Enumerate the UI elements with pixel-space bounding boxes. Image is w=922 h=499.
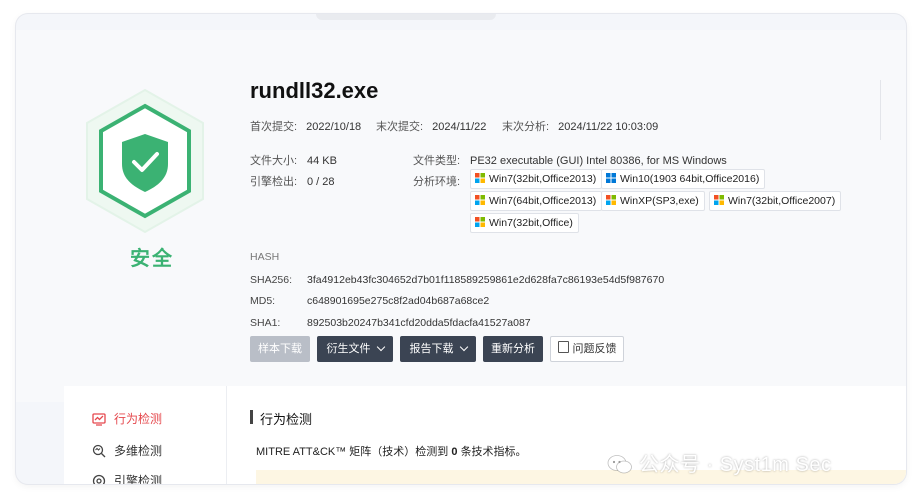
windows-flag-icon: [475, 171, 485, 183]
report-download-button[interactable]: 报告下载: [400, 336, 476, 362]
file-type-label: 文件类型:: [413, 155, 461, 167]
first-submit-label: 首次提交:: [250, 121, 298, 133]
last-analysis: 末次分析: 2024/11/22 10:03:09: [502, 118, 658, 134]
file-name-title: rundll32.exe: [250, 78, 379, 103]
top-tab-stub: [316, 14, 496, 20]
sha1-label: SHA1:: [250, 317, 281, 329]
env-tag[interactable]: Win7(32bit,Office2013): [470, 169, 603, 189]
wechat-icon: [607, 454, 633, 474]
status-label: 安全: [130, 248, 174, 270]
first-submit: 首次提交: 2022/10/18: [250, 118, 361, 134]
sha1-value: 892503b20247b341cfd20dda5fdacfa41527a087: [307, 317, 531, 329]
sidebar-item-engine[interactable]: 引擎检测: [92, 472, 162, 484]
last-submit: 末次提交: 2024/11/22: [376, 118, 486, 134]
multi-detect-icon: [92, 444, 106, 458]
md5-row: MD5: c648901695e275c8f2ad04b687a68ce2: [250, 295, 489, 307]
windows-flag-icon: [475, 193, 485, 205]
env-tag[interactable]: Win7(64bit,Office2013): [470, 191, 603, 211]
section-accent-bar: [250, 410, 253, 424]
last-analysis-value: 2024/11/22 10:03:09: [558, 121, 659, 133]
sha256-row: SHA256: 3fa4912eb43fc304652d7b01f11858925…: [250, 274, 664, 286]
last-submit-value: 2024/11/22: [432, 121, 487, 133]
shield-check-icon: [86, 88, 204, 234]
engine-detection-label: 引擎检出:: [250, 176, 298, 188]
engine-detection-value: 0 / 28: [307, 176, 335, 188]
feedback-button[interactable]: 问题反馈: [550, 336, 624, 362]
windows-flag-icon: [475, 215, 485, 227]
derived-files-button[interactable]: 衍生文件: [317, 336, 393, 362]
sha1-row: SHA1: 892503b20247b341cfd20dda5fdacfa4152…: [250, 317, 531, 329]
file-size-label: 文件大小:: [250, 155, 298, 167]
reanalyze-button[interactable]: 重新分析: [483, 336, 543, 362]
env-tag[interactable]: Win7(32bit,Office2007): [709, 191, 842, 211]
engine-detect-icon: [92, 474, 106, 484]
sha256-value: 3fa4912eb43fc304652d7b01f118589259861e2d…: [307, 274, 665, 286]
sidebar-item-behavior[interactable]: 行为检测: [92, 410, 162, 427]
document-icon: [557, 341, 569, 353]
file-size: 文件大小: 44 KB: [250, 152, 337, 168]
behavior-detect-icon: [92, 412, 106, 426]
section-description: MITRE ATT&CK™ 矩阵（技术）检测到 0 条技术指标。: [256, 446, 527, 458]
windows-flag-icon: [714, 193, 724, 205]
env-tag[interactable]: Win10(1903 64bit,Office2016): [601, 169, 766, 189]
browser-frame: 安全 rundll32.exe 首次提交: 2022/10/18 末次提交: 2…: [16, 14, 906, 484]
safe-shield-badge: [80, 86, 210, 236]
env-tag[interactable]: WinXP(SP3,exe): [601, 191, 705, 211]
engine-detection: 引擎检出: 0 / 28: [250, 173, 335, 189]
divider: [880, 80, 881, 140]
first-submit-value: 2022/10/18: [306, 121, 362, 133]
file-type: 文件类型: PE32 executable (GUI) Intel 80386, …: [413, 152, 727, 168]
windows-flag-icon: [606, 193, 616, 205]
file-size-value: 44 KB: [307, 155, 337, 167]
file-type-value: PE32 executable (GUI) Intel 80386, for M…: [470, 155, 727, 167]
sidebar-item-multi[interactable]: 多维检测: [92, 442, 162, 459]
last-analysis-label: 末次分析:: [502, 121, 550, 133]
technique-count: 0: [451, 446, 458, 458]
md5-label: MD5:: [250, 295, 276, 307]
analysis-env-label-row: 分析环境:: [413, 173, 460, 189]
detail-sidebar: 行为检测 多维检测 引擎检测: [64, 386, 227, 484]
md5-value: c648901695e275c8f2ad04b687a68ce2: [307, 295, 490, 307]
last-submit-label: 末次提交:: [376, 121, 424, 133]
sample-download-button[interactable]: 样本下载: [250, 336, 310, 362]
section-title: 行为检测: [260, 412, 313, 427]
watermark: 公众号 · Syst1m Sec: [607, 448, 831, 477]
chevron-down-icon: [459, 342, 468, 352]
analysis-env-label: 分析环境:: [413, 176, 461, 188]
env-tag[interactable]: Win7(32bit,Office): [470, 213, 579, 233]
chevron-down-icon: [376, 342, 385, 352]
sha256-label: SHA256:: [250, 274, 293, 286]
windows10-icon: [606, 171, 616, 183]
hash-title: HASH: [250, 251, 280, 263]
